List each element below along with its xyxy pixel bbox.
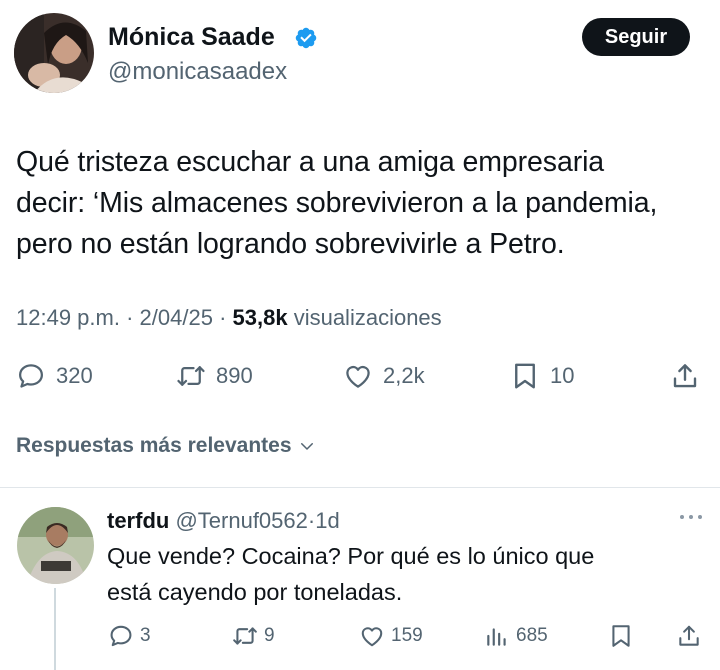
reply-text: Que vende? Cocaina? Por qué es lo único … bbox=[107, 543, 595, 605]
tweet-actions: 320 890 2,2k 10 bbox=[0, 358, 720, 394]
views-icon bbox=[487, 628, 506, 646]
reply-author-name[interactable]: terfdu bbox=[107, 508, 169, 533]
reply-like-button[interactable]: 159 bbox=[359, 620, 423, 652]
sort-replies-dropdown[interactable]: Respuestas más relevantes bbox=[16, 431, 316, 461]
reply-repost-count: 9 bbox=[264, 625, 275, 646]
reply-icon bbox=[110, 625, 132, 647]
like-icon bbox=[346, 365, 370, 388]
author-name[interactable]: Mónica Saade bbox=[108, 22, 275, 52]
bookmark-icon bbox=[515, 363, 535, 389]
repost-button[interactable]: 890 bbox=[176, 358, 253, 394]
bookmark-button[interactable]: 10 bbox=[510, 358, 574, 394]
reply-like-count: 159 bbox=[391, 625, 423, 646]
reply-views-count: 685 bbox=[516, 625, 548, 646]
like-count: 2,2k bbox=[383, 363, 425, 388]
reply-avatar[interactable] bbox=[17, 507, 94, 584]
bookmark-count: 10 bbox=[550, 363, 575, 388]
tweet-date[interactable]: 2/04/25 bbox=[140, 305, 213, 330]
reply-actions: 3 9 159 685 bbox=[0, 620, 720, 652]
reply-bookmark-button[interactable] bbox=[608, 620, 634, 652]
repost-icon bbox=[177, 366, 205, 386]
tweet-text: Qué tristeza escuchar a una amiga empres… bbox=[16, 146, 658, 260]
reply-header: terfdu @Ternuf0562·1d bbox=[107, 508, 340, 533]
author-handle[interactable]: @monicasaadex bbox=[108, 57, 287, 87]
reply-author-handle[interactable]: @Ternuf0562 bbox=[175, 508, 307, 533]
share-icon bbox=[679, 625, 699, 646]
reply-count: 320 bbox=[56, 363, 93, 388]
author-avatar[interactable] bbox=[14, 13, 94, 93]
more-icon[interactable] bbox=[676, 507, 706, 527]
reply-reply-count: 3 bbox=[140, 625, 151, 646]
repost-icon bbox=[233, 627, 257, 645]
reply-reply-button[interactable]: 3 bbox=[108, 620, 151, 652]
reply-repost-button[interactable]: 9 bbox=[232, 620, 275, 652]
share-button[interactable] bbox=[670, 358, 700, 394]
bookmark-icon bbox=[612, 625, 630, 647]
follow-button[interactable]: Seguir bbox=[582, 18, 690, 56]
verified-icon bbox=[295, 27, 317, 49]
reply-time[interactable]: 1d bbox=[315, 508, 339, 533]
reply-share-button[interactable] bbox=[676, 620, 702, 652]
views-label: visualizaciones bbox=[293, 305, 442, 330]
tweet-meta: 12:49 p.m. · 2/04/25 · 53,8k visualizaci… bbox=[16, 305, 442, 330]
reply-button[interactable]: 320 bbox=[16, 358, 93, 394]
chevron-down-icon bbox=[300, 443, 313, 450]
tweet-time[interactable]: 12:49 p.m. bbox=[16, 305, 120, 330]
reply-views-button[interactable]: 685 bbox=[484, 620, 548, 652]
share-icon bbox=[673, 364, 697, 388]
like-button[interactable]: 2,2k bbox=[343, 358, 425, 394]
repost-count: 890 bbox=[216, 363, 253, 388]
like-icon bbox=[361, 627, 383, 647]
divider bbox=[0, 487, 720, 488]
reply-icon bbox=[19, 364, 43, 388]
views-count: 53,8k bbox=[232, 305, 288, 330]
